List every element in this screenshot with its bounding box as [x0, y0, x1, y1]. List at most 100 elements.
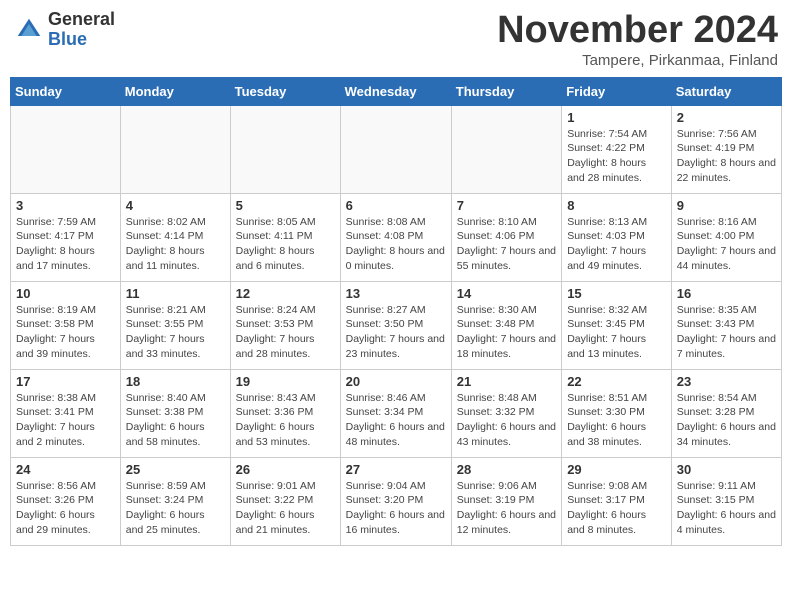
- calendar-cell: 1Sunrise: 7:54 AM Sunset: 4:22 PM Daylig…: [562, 105, 672, 193]
- calendar-cell: 5 Sunrise: 8:05 AM Sunset: 4:11 PM Daylig…: [230, 193, 340, 281]
- col-monday: Monday: [120, 77, 230, 105]
- day-number: 9: [677, 198, 776, 213]
- location-subtitle: Tampere, Pirkanmaa, Finland: [497, 52, 778, 69]
- day-number: 3: [16, 198, 115, 213]
- day-info: Sunrise: 8:54 AM Sunset: 3:28 PM Dayligh…: [677, 391, 776, 450]
- title-area: November 2024 Tampere, Pirkanmaa, Finlan…: [497, 10, 778, 69]
- day-number: 24: [16, 462, 115, 477]
- day-info: Sunrise: 8:19 AM Sunset: 3:58 PM Dayligh…: [16, 303, 115, 362]
- week-row-4: 24 Sunrise: 8:56 AM Sunset: 3:26 PM Dayli…: [11, 457, 782, 545]
- calendar-cell: 17 Sunrise: 8:38 AM Sunset: 3:41 PM Dayli…: [11, 369, 121, 457]
- header: General Blue November 2024 Tampere, Pirk…: [10, 10, 782, 69]
- calendar-cell: 14Sunrise: 8:30 AM Sunset: 3:48 PM Dayli…: [451, 281, 561, 369]
- day-info: Sunrise: 9:06 AM Sunset: 3:19 PM Dayligh…: [457, 479, 556, 538]
- calendar-cell: 24 Sunrise: 8:56 AM Sunset: 3:26 PM Dayli…: [11, 457, 121, 545]
- day-info: Sunrise: 7:54 AM Sunset: 4:22 PM Dayligh…: [567, 127, 666, 186]
- week-row-0: 1Sunrise: 7:54 AM Sunset: 4:22 PM Daylig…: [11, 105, 782, 193]
- calendar-cell: 28 Sunrise: 9:06 AM Sunset: 3:19 PM Dayli…: [451, 457, 561, 545]
- calendar-cell: 9 Sunrise: 8:16 AM Sunset: 4:00 PM Daylig…: [671, 193, 781, 281]
- col-friday: Friday: [562, 77, 672, 105]
- day-number: 14: [457, 286, 556, 301]
- day-info: Sunrise: 8:16 AM Sunset: 4:00 PM Dayligh…: [677, 215, 776, 274]
- logo: General Blue: [14, 10, 115, 50]
- day-info: Sunrise: 7:56 AM Sunset: 4:19 PM Dayligh…: [677, 127, 776, 186]
- calendar-cell: 19 Sunrise: 8:43 AM Sunset: 3:36 PM Dayli…: [230, 369, 340, 457]
- day-number: 25: [126, 462, 225, 477]
- day-info: Sunrise: 8:02 AM Sunset: 4:14 PM Dayligh…: [126, 215, 225, 274]
- calendar-table: Sunday Monday Tuesday Wednesday Thursday…: [10, 77, 782, 546]
- day-info: Sunrise: 8:08 AM Sunset: 4:08 PM Dayligh…: [346, 215, 446, 274]
- day-number: 15: [567, 286, 666, 301]
- calendar-cell: [340, 105, 451, 193]
- day-number: 5: [236, 198, 335, 213]
- day-number: 28: [457, 462, 556, 477]
- col-saturday: Saturday: [671, 77, 781, 105]
- day-info: Sunrise: 8:43 AM Sunset: 3:36 PM Dayligh…: [236, 391, 335, 450]
- day-number: 8: [567, 198, 666, 213]
- calendar-cell: 21 Sunrise: 8:48 AM Sunset: 3:32 PM Dayli…: [451, 369, 561, 457]
- day-number: 17: [16, 374, 115, 389]
- col-tuesday: Tuesday: [230, 77, 340, 105]
- logo-icon: [14, 15, 44, 45]
- day-number: 13: [346, 286, 446, 301]
- day-info: Sunrise: 8:48 AM Sunset: 3:32 PM Dayligh…: [457, 391, 556, 450]
- day-info: Sunrise: 8:13 AM Sunset: 4:03 PM Dayligh…: [567, 215, 666, 274]
- day-info: Sunrise: 9:04 AM Sunset: 3:20 PM Dayligh…: [346, 479, 446, 538]
- day-number: 10: [16, 286, 115, 301]
- day-number: 12: [236, 286, 335, 301]
- week-row-1: 3 Sunrise: 7:59 AM Sunset: 4:17 PM Daylig…: [11, 193, 782, 281]
- day-number: 22: [567, 374, 666, 389]
- calendar-cell: 7 Sunrise: 8:10 AM Sunset: 4:06 PM Daylig…: [451, 193, 561, 281]
- day-info: Sunrise: 8:56 AM Sunset: 3:26 PM Dayligh…: [16, 479, 115, 538]
- day-info: Sunrise: 8:27 AM Sunset: 3:50 PM Dayligh…: [346, 303, 446, 362]
- calendar-cell: 16Sunrise: 8:35 AM Sunset: 3:43 PM Dayli…: [671, 281, 781, 369]
- week-row-2: 10 Sunrise: 8:19 AM Sunset: 3:58 PM Dayli…: [11, 281, 782, 369]
- day-info: Sunrise: 9:08 AM Sunset: 3:17 PM Dayligh…: [567, 479, 666, 538]
- col-sunday: Sunday: [11, 77, 121, 105]
- calendar-cell: 30 Sunrise: 9:11 AM Sunset: 3:15 PM Dayli…: [671, 457, 781, 545]
- calendar-body: 1Sunrise: 7:54 AM Sunset: 4:22 PM Daylig…: [11, 105, 782, 545]
- calendar-cell: 2Sunrise: 7:56 AM Sunset: 4:19 PM Daylig…: [671, 105, 781, 193]
- day-info: Sunrise: 8:24 AM Sunset: 3:53 PM Dayligh…: [236, 303, 335, 362]
- day-info: Sunrise: 8:05 AM Sunset: 4:11 PM Dayligh…: [236, 215, 335, 274]
- day-number: 21: [457, 374, 556, 389]
- day-number: 26: [236, 462, 335, 477]
- calendar-cell: 4 Sunrise: 8:02 AM Sunset: 4:14 PM Daylig…: [120, 193, 230, 281]
- day-number: 20: [346, 374, 446, 389]
- calendar-cell: 20Sunrise: 8:46 AM Sunset: 3:34 PM Dayli…: [340, 369, 451, 457]
- calendar-cell: [230, 105, 340, 193]
- calendar-cell: 12 Sunrise: 8:24 AM Sunset: 3:53 PM Dayli…: [230, 281, 340, 369]
- calendar-cell: 25 Sunrise: 8:59 AM Sunset: 3:24 PM Dayli…: [120, 457, 230, 545]
- logo-general-text: General: [48, 10, 115, 30]
- day-number: 19: [236, 374, 335, 389]
- logo-blue-text: Blue: [48, 30, 115, 50]
- col-thursday: Thursday: [451, 77, 561, 105]
- day-number: 4: [126, 198, 225, 213]
- day-number: 16: [677, 286, 776, 301]
- day-info: Sunrise: 8:21 AM Sunset: 3:55 PM Dayligh…: [126, 303, 225, 362]
- week-row-3: 17 Sunrise: 8:38 AM Sunset: 3:41 PM Dayli…: [11, 369, 782, 457]
- day-info: Sunrise: 7:59 AM Sunset: 4:17 PM Dayligh…: [16, 215, 115, 274]
- calendar-cell: 26 Sunrise: 9:01 AM Sunset: 3:22 PM Dayli…: [230, 457, 340, 545]
- day-info: Sunrise: 8:59 AM Sunset: 3:24 PM Dayligh…: [126, 479, 225, 538]
- day-info: Sunrise: 9:11 AM Sunset: 3:15 PM Dayligh…: [677, 479, 776, 538]
- calendar-cell: [11, 105, 121, 193]
- calendar-cell: 10 Sunrise: 8:19 AM Sunset: 3:58 PM Dayli…: [11, 281, 121, 369]
- calendar-cell: 15 Sunrise: 8:32 AM Sunset: 3:45 PM Dayli…: [562, 281, 672, 369]
- day-info: Sunrise: 8:38 AM Sunset: 3:41 PM Dayligh…: [16, 391, 115, 450]
- day-info: Sunrise: 9:01 AM Sunset: 3:22 PM Dayligh…: [236, 479, 335, 538]
- day-info: Sunrise: 8:40 AM Sunset: 3:38 PM Dayligh…: [126, 391, 225, 450]
- day-number: 11: [126, 286, 225, 301]
- calendar-cell: 13 Sunrise: 8:27 AM Sunset: 3:50 PM Dayli…: [340, 281, 451, 369]
- day-number: 18: [126, 374, 225, 389]
- col-wednesday: Wednesday: [340, 77, 451, 105]
- header-row: Sunday Monday Tuesday Wednesday Thursday…: [11, 77, 782, 105]
- day-number: 27: [346, 462, 446, 477]
- day-info: Sunrise: 8:32 AM Sunset: 3:45 PM Dayligh…: [567, 303, 666, 362]
- day-number: 23: [677, 374, 776, 389]
- day-number: 7: [457, 198, 556, 213]
- day-number: 30: [677, 462, 776, 477]
- day-number: 29: [567, 462, 666, 477]
- calendar-cell: [451, 105, 561, 193]
- day-info: Sunrise: 8:10 AM Sunset: 4:06 PM Dayligh…: [457, 215, 556, 274]
